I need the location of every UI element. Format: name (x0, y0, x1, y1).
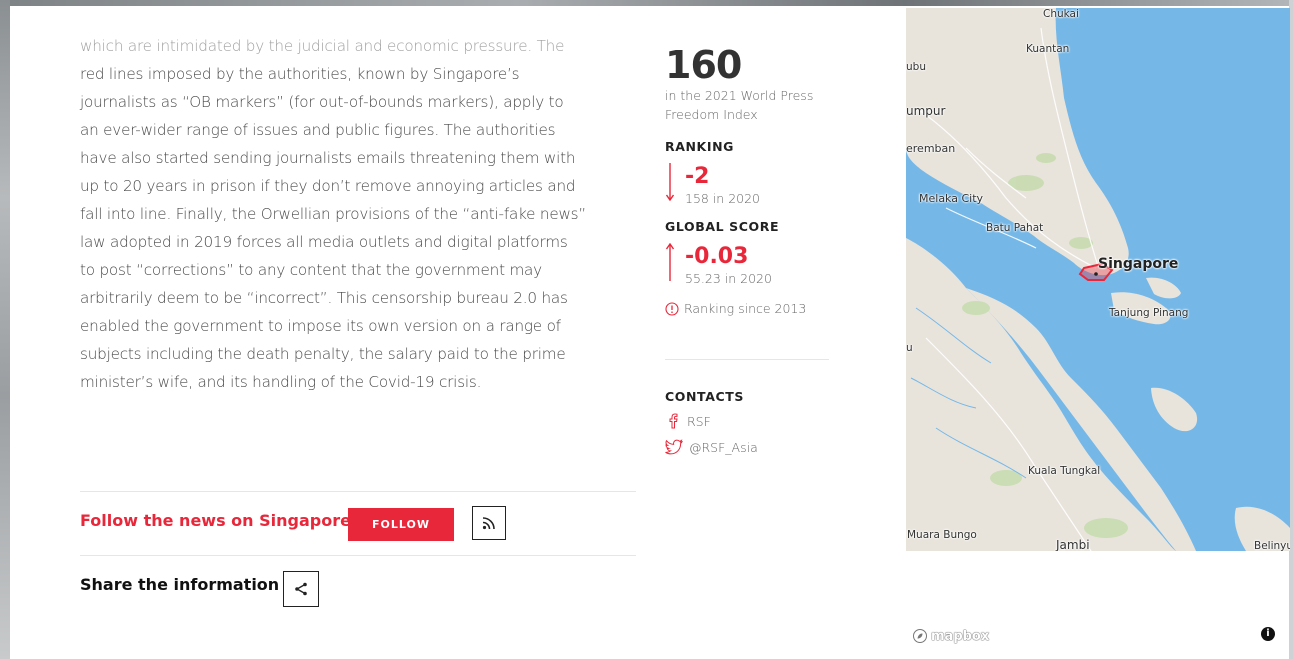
map-label-kuala-tungkal: Kuala Tungkal (1028, 465, 1101, 477)
ranking-label: RANKING (665, 139, 735, 154)
mapbox-logo-icon (913, 629, 927, 643)
article-line: enabled the government to impose its own… (80, 317, 561, 335)
map-label-tanjung-pinang: Tanjung Pinang (1109, 307, 1189, 319)
article-line: red lines imposed by the authorities, kn… (80, 65, 520, 83)
map-label-u: u (906, 342, 913, 354)
ranking-since-text: Ranking since 2013 (684, 301, 807, 316)
map-label-melaka: Melaka City (919, 192, 984, 205)
arrow-up-icon (665, 243, 675, 281)
article-line: minister’s wife, and its handling of the… (80, 373, 482, 391)
map-label-kuantan: Kuantan (1026, 43, 1070, 55)
sumatra-land (906, 238, 1176, 551)
info-circle-icon (665, 301, 679, 316)
contacts-label: CONTACTS (665, 389, 744, 404)
article-line: law adopted in 2019 forces all media out… (80, 233, 568, 251)
ranking-change: -2 (685, 164, 710, 189)
article-line: have also started sending journalists em… (80, 149, 576, 167)
map-label-muara-bungo: Muara Bungo (907, 529, 977, 541)
twitter-handle: @RSF_Asia (689, 439, 758, 455)
map-label-kubu: ubu (906, 61, 926, 73)
rss-icon (482, 517, 495, 530)
arrow-down-icon (665, 163, 675, 202)
facebook-icon (669, 413, 678, 429)
map-label-jambi: Jambi (1056, 538, 1090, 551)
lingga-island-land (1151, 387, 1198, 432)
twitter-icon (665, 439, 683, 455)
map-label-belinyu: Belinyu (1254, 540, 1290, 551)
divider (80, 491, 636, 492)
rss-button[interactable] (472, 506, 506, 540)
article-line: journalists as “OB markers” (for out-of-… (80, 93, 564, 111)
mapbox-attribution[interactable]: mapbox (912, 628, 989, 644)
article-line: to post “corrections” to any content tha… (80, 261, 542, 279)
article-line: arbitrarily deem to be “incorrect”. This… (80, 289, 568, 307)
article-line: up to 20 years in prison if they don’t r… (80, 177, 576, 195)
page-background-left (0, 0, 10, 659)
singapore-marker (1094, 272, 1098, 276)
score-change: -0.03 (685, 244, 749, 269)
divider (665, 359, 829, 360)
map-label-singapore: Singapore (1098, 256, 1179, 272)
score-delta: -0.03 55.23 in 2020 (665, 243, 835, 287)
facebook-contact[interactable]: RSF (665, 408, 835, 434)
facebook-handle: RSF (687, 413, 711, 429)
share-icon (295, 582, 307, 596)
stats-panel: 160 in the 2021 World Press Freedom Inde… (665, 44, 835, 460)
ranking-since[interactable]: Ranking since 2013 (665, 301, 835, 316)
ranking-previous: 158 in 2020 (685, 191, 761, 206)
article-body: which are intimidated by the judicial an… (80, 32, 640, 396)
map-label-lumpur: umpur (906, 104, 946, 118)
ranking-delta: -2 158 in 2020 (665, 163, 835, 207)
follow-row: Follow the news on Singapore FOLLOW (80, 506, 640, 542)
share-row: Share the information (80, 570, 640, 607)
share-button[interactable] (283, 571, 319, 607)
map-label-chukai: Chukai (1043, 8, 1079, 20)
share-title: Share the information (80, 575, 280, 594)
score-previous: 55.23 in 2020 (685, 271, 772, 286)
twitter-contact[interactable]: @RSF_Asia (665, 434, 835, 460)
article-line: an ever-wider range of issues and public… (80, 121, 556, 139)
follow-button[interactable]: FOLLOW (348, 508, 454, 541)
article-line: subjects including the death penalty, th… (80, 345, 566, 363)
rank-subtitle: in the 2021 World Press (665, 88, 814, 103)
country-map[interactable]: Chukai Kuantan ubu umpur eremban Melaka … (906, 8, 1290, 551)
map-label-batu-pahat: Batu Pahat (986, 222, 1044, 234)
article-line: which are intimidated by the judicial an… (80, 37, 565, 55)
follow-title: Follow the news on Singapore (80, 511, 351, 530)
map-info-icon[interactable]: i (1261, 627, 1275, 641)
rank-subtitle: Freedom Index (665, 107, 758, 122)
global-score-label: GLOBAL SCORE (665, 219, 780, 234)
article-line: fall into line. Finally, the Orwellian p… (80, 205, 587, 223)
bintan-island-land (1146, 277, 1181, 299)
divider (80, 555, 636, 556)
mapbox-attribution-text: mapbox (931, 628, 990, 644)
map-label-seremban: eremban (906, 142, 956, 155)
press-freedom-rank: 160 (665, 43, 742, 87)
